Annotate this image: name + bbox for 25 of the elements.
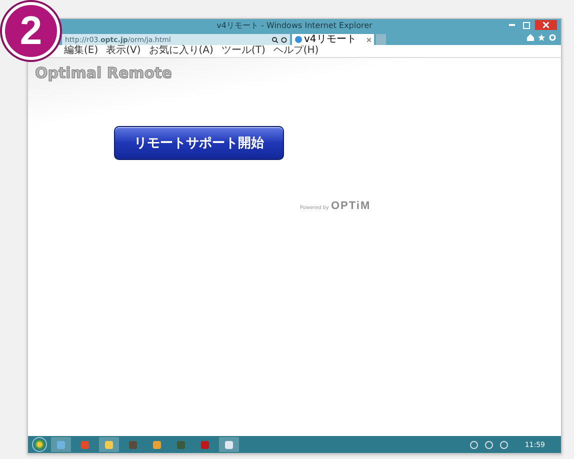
start-button[interactable] <box>32 437 47 452</box>
start-remote-support-button[interactable]: リモートサポート開始 <box>114 126 284 160</box>
close-icon <box>543 22 549 28</box>
close-icon[interactable] <box>367 38 371 42</box>
step-number-badge: 2 <box>2 2 60 60</box>
browser-tab[interactable]: v4リモート <box>292 34 374 45</box>
refresh-icon[interactable] <box>281 36 287 42</box>
menu-item[interactable]: 編集(E) <box>64 46 98 56</box>
brand-logo-text: OPTiM <box>330 200 371 212</box>
settings-icon[interactable] <box>549 34 556 41</box>
home-icon[interactable] <box>527 34 534 41</box>
menu-item[interactable]: ツール(T) <box>221 46 266 56</box>
taskbar-app-icon[interactable] <box>51 437 71 452</box>
taskbar-app-icon[interactable] <box>219 437 239 452</box>
logo-text: Optimal Remote <box>35 64 172 82</box>
close-button[interactable] <box>535 20 557 30</box>
search-icon[interactable] <box>272 36 278 42</box>
window-title: v4リモート - Windows Internet Explorer <box>216 20 372 31</box>
page-icon <box>295 36 302 43</box>
restore-icon[interactable] <box>522 22 530 28</box>
menu-item[interactable]: 表示(V) <box>106 46 141 56</box>
star-icon[interactable] <box>538 34 545 41</box>
menu-item[interactable]: お気に入り(A) <box>148 46 214 56</box>
taskbar-app-icon[interactable] <box>99 437 119 452</box>
menu-item[interactable]: ヘルプ(H) <box>273 46 319 56</box>
